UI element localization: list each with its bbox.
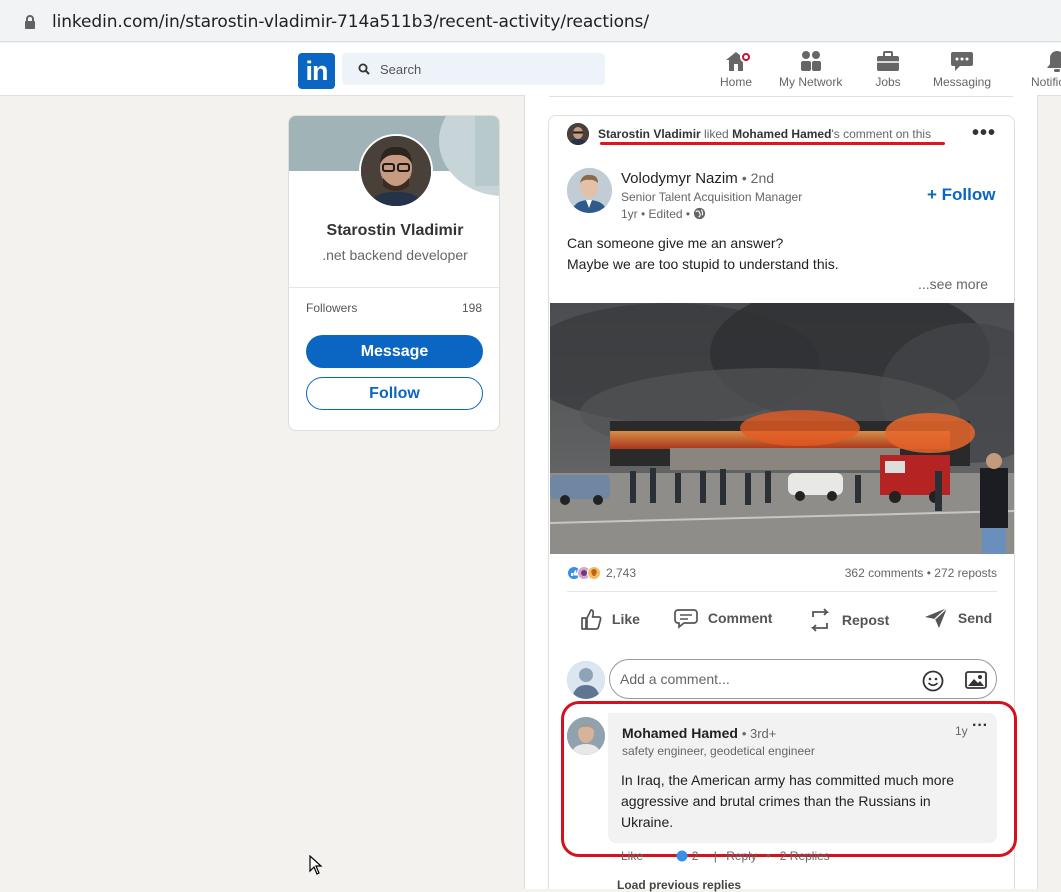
separator: • [766,849,771,863]
annotation-highlight-box [561,701,1017,857]
bell-icon [1047,51,1061,72]
like-label: Like [611,611,640,627]
reaction-icons[interactable] [567,566,605,585]
repost-icon [810,608,830,632]
nav-messaging[interactable]: Messaging [933,49,991,89]
current-user-avatar [567,661,605,699]
profile-avatar[interactable] [359,134,433,208]
lock-icon [25,15,35,29]
nav-jobs-label: Jobs [875,75,901,89]
messaging-icon [951,52,974,71]
post-image[interactable] [550,303,1014,554]
home-notification-badge [740,51,752,63]
linkedin-header: in Search Home My Network Jobs Messaging… [0,43,1061,96]
linkedin-logo[interactable]: in [298,53,335,89]
post-text: Can someone give me an answer? Maybe we … [567,233,839,275]
comments-reposts-count[interactable]: 362 comments • 272 reposts [845,566,997,580]
separator: | [713,849,717,863]
post-more-icon[interactable]: ••• [972,122,996,145]
see-more-link[interactable]: ...see more [918,276,988,292]
activity-target[interactable]: Mohamed Hamed [732,127,831,141]
thumbs-up-icon [581,609,602,630]
actor-avatar[interactable] [567,123,589,145]
load-previous-replies[interactable]: Load previous replies [617,878,741,892]
activity-actor[interactable]: Starostin Vladimir [598,127,701,141]
comment-icon [674,609,698,629]
nav-my-network[interactable]: My Network [779,49,842,89]
follow-button[interactable]: Follow [306,377,483,410]
like-reaction-icon [676,850,688,862]
comment-actions: Like 2 | Reply • 2 Replies [621,849,836,863]
comment-replies-count[interactable]: 2 Replies [780,849,830,863]
author-name-text[interactable]: Volodymyr Nazim [621,170,738,187]
search-placeholder: Search [380,62,422,77]
nav-my-network-label: My Network [779,75,843,89]
divider [567,591,997,592]
author-headline: Senior Talent Acquisition Manager [621,190,803,204]
profile-name: Starostin Vladimir [326,222,464,239]
comment-reply-link[interactable]: Reply [726,849,757,863]
emoji-icon[interactable] [922,670,944,692]
comment-placeholder: Add a comment... [620,671,730,687]
author-avatar[interactable] [567,168,612,213]
activity-line: Starostin Vladimir liked Mohamed Hamed's… [598,127,931,141]
image-icon[interactable] [965,671,987,689]
url-field[interactable]: linkedin.com/in/starostin-vladimir-714a5… [6,3,1061,37]
reactions-count[interactable]: 2,743 [606,566,636,580]
comment-input[interactable]: Add a comment... [609,659,997,699]
post-meta: 1yr • Edited • [621,207,706,221]
profile-card: Starostin Vladimir .net backend develope… [288,115,500,431]
repost-button[interactable]: Repost [808,607,889,637]
message-button[interactable]: Message [306,335,483,368]
comment-label: Comment [707,610,773,626]
post-text-line: Maybe we are too stupid to understand th… [567,256,839,272]
annotation-underline [600,142,945,145]
followers-count: 198 [461,301,482,315]
post-text-line: Can someone give me an answer? [567,235,784,251]
browser-address-bar: linkedin.com/in/starostin-vladimir-714a5… [0,0,1061,42]
mouse-cursor-icon [309,855,323,875]
comment-button[interactable]: Comment [674,607,772,637]
activity-verb: liked [704,127,729,141]
globe-icon [694,207,706,220]
nav-home-label: Home [720,75,753,89]
comment-like-count-text: 2 [691,849,699,863]
comment-like-link[interactable]: Like [621,849,643,863]
activity-suffix: 's comment on this [831,127,932,141]
nav-notifications-label: Notificatio [1031,75,1061,89]
like-button[interactable]: Like [580,607,640,637]
author-name[interactable]: Volodymyr Nazim • 2nd [621,170,774,187]
url-text: linkedin.com/in/starostin-vladimir-714a5… [52,12,649,32]
profile-title: .net backend developer [322,247,468,263]
divider [549,96,1013,97]
send-button[interactable]: Send [924,607,992,637]
author-degree: • 2nd [741,170,775,186]
followers-label: Followers [306,301,358,315]
nav-notifications[interactable]: Notificatio [1031,49,1061,89]
briefcase-icon [877,51,899,71]
send-label: Send [957,610,993,626]
send-icon [925,607,948,628]
repost-label: Repost [841,612,890,628]
network-icon [800,51,821,71]
nav-home[interactable]: Home [720,49,752,89]
divider [289,287,499,288]
post-follow-button[interactable]: + Follow [927,185,995,205]
search-icon [358,63,370,75]
nav-messaging-label: Messaging [933,75,992,89]
search-input[interactable]: Search [342,53,605,85]
nav-jobs[interactable]: Jobs [875,49,901,89]
post-meta-text: 1yr • Edited • [621,207,691,221]
comment-like-count: 2 [676,849,707,863]
